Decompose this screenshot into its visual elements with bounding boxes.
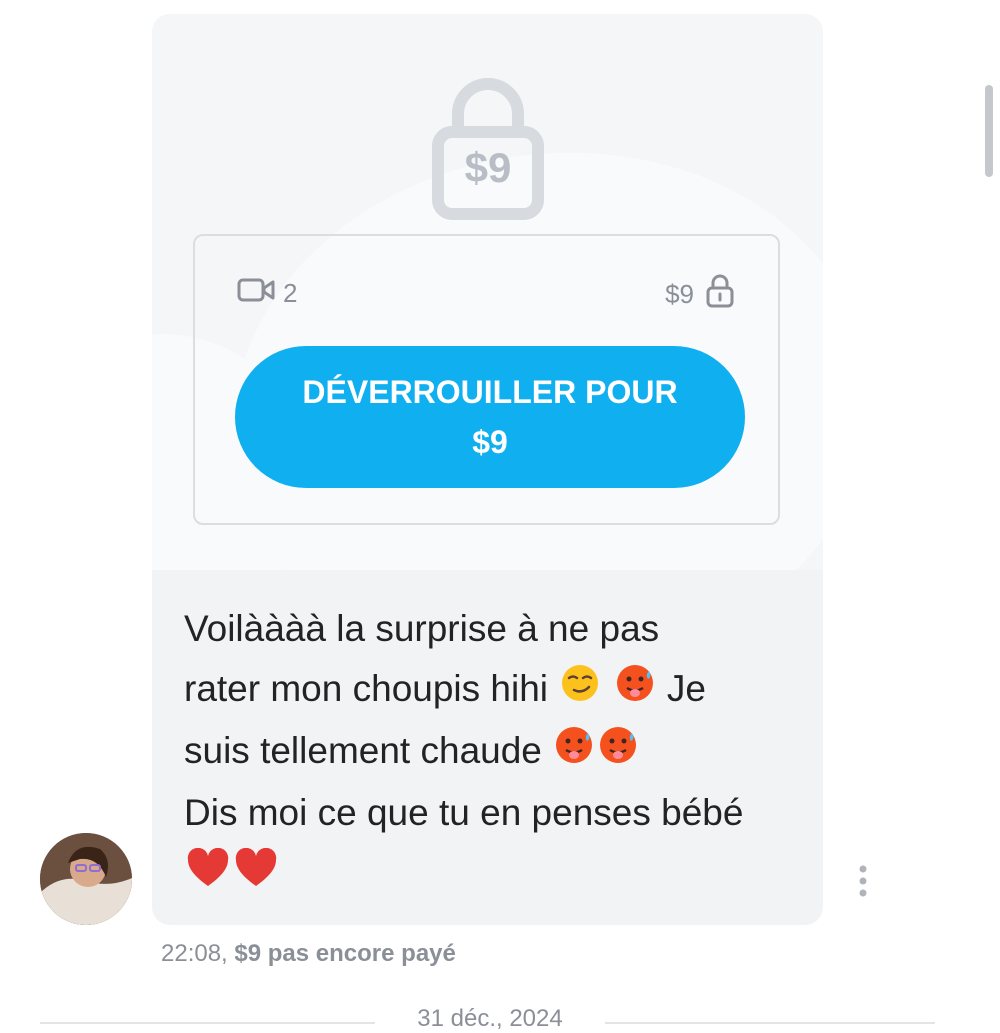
video-count-value: 2 — [283, 278, 298, 308]
video-icon — [237, 276, 275, 311]
unlock-button[interactable]: DÉVERROUILLER POUR $9 — [235, 346, 745, 488]
media-info-box: 2 $9 DÉVERROUILLER POUR $9 — [193, 234, 780, 525]
small-lock-icon — [706, 274, 734, 315]
message-line-text: suis tellement chaude — [184, 730, 542, 772]
hot-face-emoji — [598, 723, 638, 783]
unlock-button-line1: DÉVERROUILLER POUR — [302, 374, 678, 410]
more-vertical-icon[interactable] — [856, 864, 870, 898]
message-line: suis tellement chaude — [184, 721, 804, 783]
red-heart-emoji — [234, 846, 278, 906]
scrollbar[interactable] — [985, 85, 993, 177]
message-text: Voilàààà la surprise à ne pas rater mon … — [184, 599, 804, 906]
date-separator: 31 déc., 2024 — [380, 1005, 600, 1033]
divider-left — [40, 1022, 375, 1024]
message-line-suffix: Je — [666, 668, 706, 709]
message-meta: 22:08, $9 pas encore payé — [161, 940, 456, 968]
message-line-text: rater mon choupis hihi — [184, 668, 549, 709]
lock-icon: $9 — [432, 74, 544, 220]
message-line: Dis moi ce que tu en penses bébé — [184, 792, 744, 834]
message-line — [184, 843, 804, 905]
avatar[interactable] — [40, 833, 132, 925]
hot-face-emoji — [615, 661, 655, 721]
price-value: $9 — [665, 279, 694, 309]
message-line: rater mon choupis hihi Je — [184, 659, 804, 721]
message-line: Voilàààà la surprise à ne pas — [184, 608, 660, 649]
locked-media-area: $9 2 $9 DÉVERROUILLER POUR $9 — [152, 14, 823, 570]
red-heart-emoji — [186, 846, 230, 906]
lock-price: $9 — [464, 144, 512, 191]
hot-face-emoji — [554, 723, 594, 783]
payment-status: $9 pas encore payé — [234, 940, 456, 967]
message-time: 22:08, — [161, 940, 228, 967]
smirk-emoji — [560, 661, 600, 721]
message-card: $9 2 $9 DÉVERROUILLER POUR $9 Voilàààà l… — [152, 14, 823, 925]
video-count: 2 — [237, 276, 297, 311]
price-tag: $9 — [665, 274, 734, 315]
unlock-button-line2: $9 — [472, 424, 508, 460]
divider-right — [605, 1022, 935, 1024]
